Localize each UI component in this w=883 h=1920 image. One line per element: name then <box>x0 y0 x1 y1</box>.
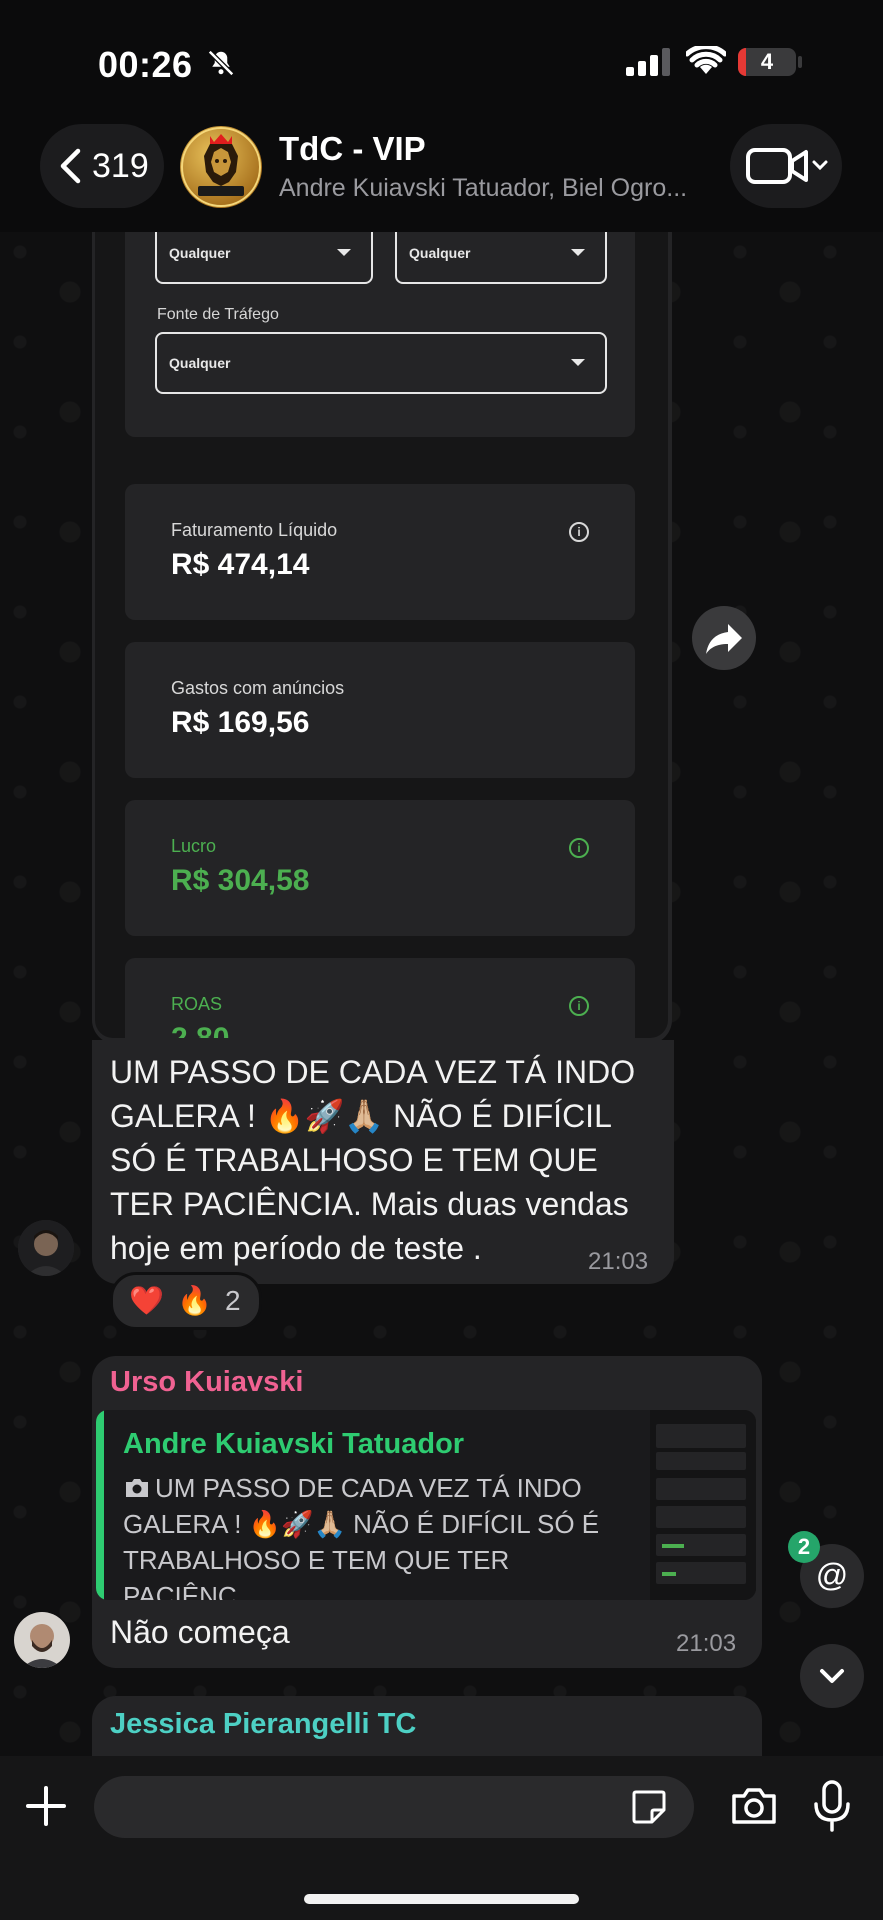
camera-icon[interactable] <box>730 1786 778 1826</box>
dashboard-thumbnail-image <box>650 1410 756 1600</box>
plus-icon[interactable] <box>24 1784 68 1828</box>
chevron-down-icon <box>571 249 585 256</box>
battery-level: 4 <box>760 49 774 74</box>
quoted-message[interactable]: Andre Kuiavski Tatuador UM PASSO DE CADA… <box>96 1410 756 1600</box>
forward-button[interactable] <box>692 606 756 670</box>
filter-card: Qualquer Qualquer Fonte de Tráfego Qualq… <box>125 232 635 437</box>
metric-label: Faturamento Líquido <box>171 520 338 540</box>
traffic-source-value: Qualquer <box>169 355 231 371</box>
forward-icon <box>706 624 742 654</box>
metric-value: R$ 304,58 <box>171 864 310 897</box>
message-time: 21:03 <box>676 1630 737 1657</box>
video-call-button[interactable] <box>730 124 842 208</box>
at-symbol: @ <box>816 1557 848 1593</box>
unread-count: 319 <box>92 147 149 185</box>
dashboard-screenshot[interactable]: Qualquer Qualquer Fonte de Tráfego Qualq… <box>95 232 668 1038</box>
metric-card-revenue: Faturamento Líquido R$ 474,14 i <box>125 484 635 620</box>
message-text: Não começa <box>110 1614 290 1650</box>
metric-card-ad-spend: Gastos com anúncios R$ 169,56 <box>125 642 635 778</box>
group-avatar[interactable] <box>180 126 262 208</box>
battery-indicator: 4 <box>738 48 796 76</box>
bell-slash-icon <box>207 49 235 77</box>
chevron-down-icon <box>820 1669 844 1683</box>
info-icon: i <box>569 838 589 858</box>
filter-select-1-value: Qualquer <box>169 245 231 261</box>
sender-name: Jessica Pierangelli TC <box>110 1708 417 1740</box>
person-avatar-icon <box>14 1612 70 1668</box>
metric-value: R$ 474,14 <box>171 548 310 581</box>
info-icon: i <box>569 996 589 1016</box>
chevron-down-icon <box>337 249 351 256</box>
metric-value: 2,80 <box>171 1022 229 1038</box>
traffic-source-label: Fonte de Tráfego <box>157 306 279 323</box>
quote-author: Andre Kuiavski Tatuador <box>123 1428 465 1460</box>
status-time: 00:26 <box>98 44 193 85</box>
message-time: 21:03 <box>588 1248 649 1275</box>
reaction-fire: 🔥 <box>177 1285 212 1316</box>
chat-header: 319 TdC - VIP Andre Kuiavski Tatuador, B… <box>0 120 883 232</box>
signal-icon <box>626 48 670 76</box>
lion-logo-icon <box>181 127 261 207</box>
metric-card-profit: Lucro R$ 304,58 i <box>125 800 635 936</box>
chevron-left-icon <box>60 148 81 184</box>
metric-value: R$ 169,56 <box>171 706 310 739</box>
mentions-badge: 2 <box>788 1531 820 1563</box>
group-members[interactable]: Andre Kuiavski Tatuador, Biel Ogro... <box>279 174 699 203</box>
filter-select-2: Qualquer <box>395 232 607 284</box>
filter-select-1: Qualquer <box>155 232 373 284</box>
message-text: UM PASSO DE CADA VEZ TÁ INDO GALERA ! 🔥🚀… <box>110 1054 636 1266</box>
metric-label: Lucro <box>171 836 217 856</box>
video-camera-icon <box>746 148 828 184</box>
back-button[interactable]: 319 <box>40 124 164 208</box>
wifi-icon <box>686 46 726 74</box>
chevron-down-icon <box>571 359 585 366</box>
home-indicator <box>304 1894 579 1904</box>
quote-accent-bar <box>96 1410 104 1600</box>
metric-card-roas: ROAS 2,80 i <box>125 958 635 1038</box>
camera-icon <box>126 1479 148 1497</box>
scroll-down-button[interactable] <box>800 1644 864 1708</box>
sticker-icon[interactable] <box>630 1788 668 1826</box>
message-bubble-caption[interactable]: UM PASSO DE CADA VEZ TÁ INDO GALERA ! 🔥🚀… <box>92 1040 674 1284</box>
person-avatar-icon <box>18 1220 74 1276</box>
quote-thumbnail <box>650 1410 756 1600</box>
message-bubble-jessica[interactable]: Jessica Pierangelli TC <box>92 1696 762 1756</box>
status-bar: 00:26 4 <box>0 0 883 120</box>
reaction-count: 2 <box>225 1285 241 1316</box>
avatar-andre[interactable] <box>18 1220 74 1276</box>
filter-select-2-value: Qualquer <box>409 245 471 261</box>
sender-name: Urso Kuiavski <box>110 1366 304 1398</box>
metric-label: Gastos com anúncios <box>171 678 345 698</box>
quote-text: UM PASSO DE CADA VEZ TÁ INDO GALERA ! 🔥🚀… <box>123 1470 643 1600</box>
traffic-source-select: Qualquer <box>155 332 607 394</box>
metric-label: ROAS <box>171 994 223 1014</box>
microphone-icon[interactable] <box>812 1780 852 1832</box>
battery-cap <box>798 56 802 68</box>
reaction-heart: ❤️ <box>129 1285 164 1316</box>
reactions-bar[interactable]: ❤️ 🔥 2 <box>110 1272 262 1330</box>
info-icon: i <box>569 522 589 542</box>
quote-text-content: UM PASSO DE CADA VEZ TÁ INDO GALERA ! 🔥🚀… <box>123 1473 600 1600</box>
avatar-urso[interactable] <box>14 1612 70 1668</box>
group-name[interactable]: TdC - VIP <box>279 130 426 168</box>
message-input[interactable] <box>94 1776 694 1838</box>
